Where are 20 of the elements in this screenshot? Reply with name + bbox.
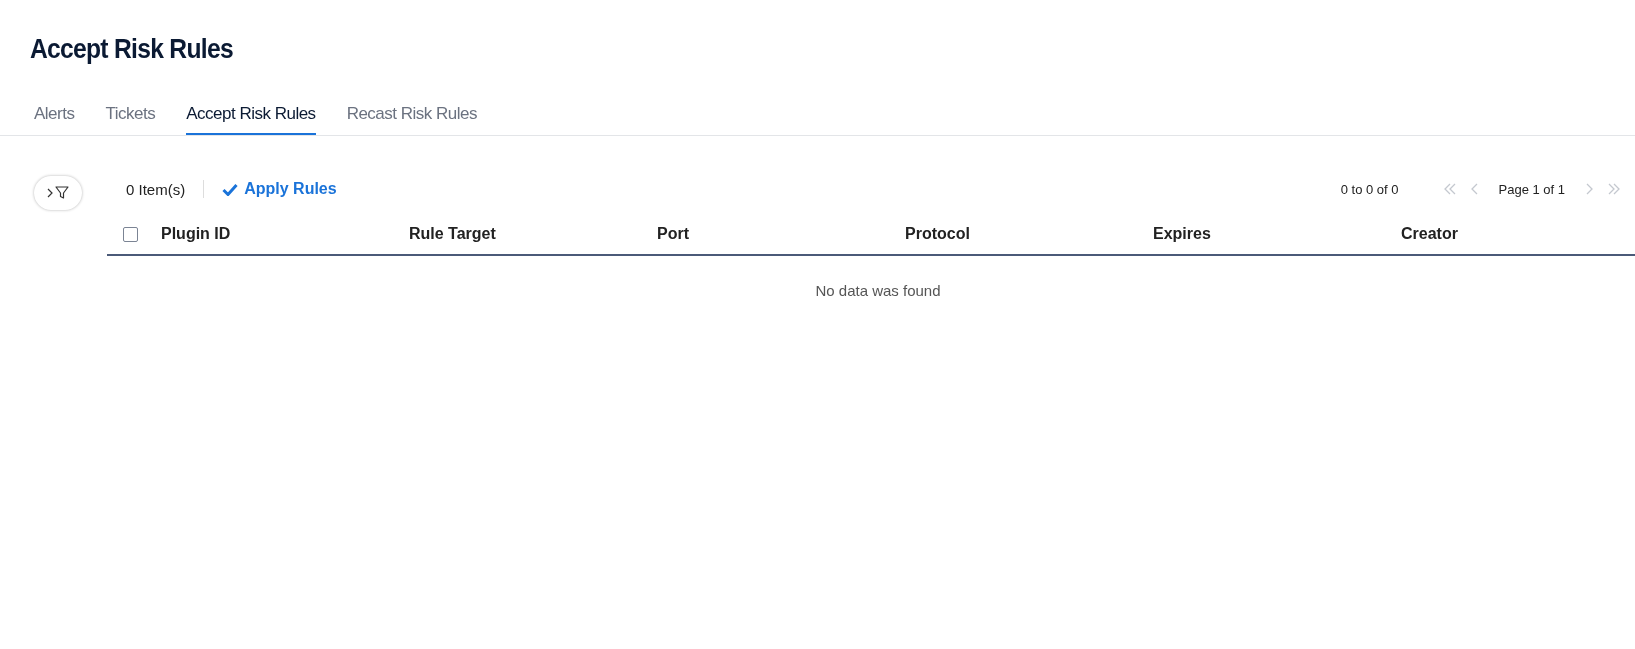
tab[interactable]: Recast Risk Rules [346,101,477,135]
column-header[interactable]: Plugin ID [161,225,409,243]
column-header[interactable]: Expires [1153,225,1401,243]
checkmark-icon [222,182,239,196]
column-header[interactable]: Rule Target [409,225,657,243]
column-header[interactable]: Port [657,225,905,243]
tab[interactable]: Alerts [34,101,75,135]
result-range: 0 to 0 of 0 [1340,181,1399,197]
page-indicator: Page 1 of 1 [1498,181,1565,197]
apply-rules-button[interactable]: Apply Rules [222,180,337,198]
select-all-checkbox[interactable] [123,226,138,242]
empty-message: No data was found [814,281,942,299]
column-header[interactable]: Protocol [905,225,1153,243]
tab[interactable]: Tickets [105,101,156,135]
filter-icon [47,186,69,200]
filter-toggle-button[interactable] [34,176,82,210]
tab[interactable]: Accept Risk Rules [186,101,316,135]
page-title: Accept Risk Rules [28,32,233,66]
item-count: 0 Item(s) [126,180,186,198]
column-header[interactable]: Creator [1401,225,1635,243]
